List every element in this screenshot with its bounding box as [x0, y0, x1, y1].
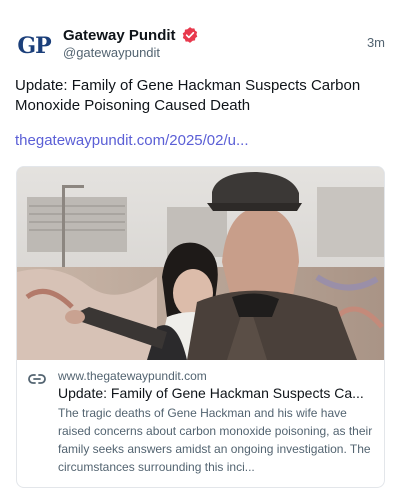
post: GP Gateway Pundit @gatewaypundit 3m Upda…	[0, 0, 399, 500]
link-preview-card[interactable]: www.thegatewaypundit.com Update: Family …	[16, 166, 385, 488]
display-name[interactable]: Gateway Pundit	[63, 27, 176, 44]
card-image[interactable]	[17, 167, 384, 360]
avatar-logo: GP	[17, 33, 51, 59]
link-icon	[28, 372, 46, 384]
card-domain: www.thegatewaypundit.com	[58, 369, 207, 383]
card-description: The tragic deaths of Gene Hackman and hi…	[58, 406, 373, 474]
post-text: Update: Family of Gene Hackman Suspects …	[15, 77, 361, 114]
verified-badge-icon	[181, 26, 199, 44]
timestamp[interactable]: 3m	[367, 35, 385, 50]
handle[interactable]: @gatewaypundit	[63, 45, 160, 60]
author-row: Gateway Pundit	[63, 26, 199, 44]
post-link[interactable]: thegatewaypundit.com/2025/02/u...	[15, 132, 249, 149]
card-title[interactable]: Update: Family of Gene Hackman Suspects …	[58, 385, 376, 401]
avatar[interactable]: GP	[14, 26, 54, 66]
